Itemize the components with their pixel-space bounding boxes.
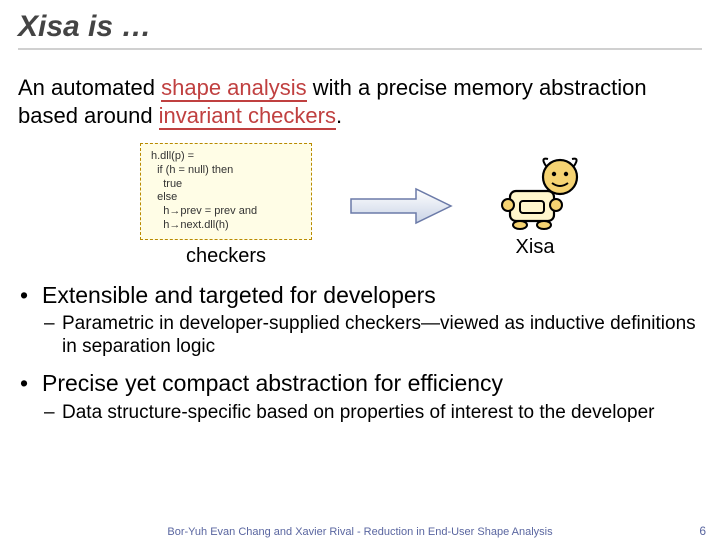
page-number: 6 <box>699 524 706 538</box>
sub-item: Data structure-specific based on propert… <box>42 402 702 425</box>
title-region: Xisa is … <box>0 0 720 56</box>
slide-title: Xisa is … <box>18 10 702 44</box>
title-divider <box>18 48 702 50</box>
sub-list: Data structure-specific based on propert… <box>42 402 702 425</box>
bullet-text: Precise yet compact abstraction for effi… <box>42 370 503 396</box>
slide: Xisa is … An automated shape analysis wi… <box>0 0 720 540</box>
sub-item: Parametric in developer-supplied checker… <box>42 313 702 359</box>
xisa-character-icon <box>490 151 580 231</box>
footer-text: Bor-Yuh Evan Chang and Xavier Rival - Re… <box>0 526 720 538</box>
bullet-item: Extensible and targeted for developers P… <box>18 281 702 359</box>
intro-paragraph: An automated shape analysis with a preci… <box>18 74 702 129</box>
intro-post: . <box>336 103 342 128</box>
xisa-caption: Xisa <box>516 235 555 260</box>
checkers-figure: h.dll(p) = if (h = null) then true else … <box>140 143 312 269</box>
intro-pre: An automated <box>18 75 161 100</box>
highlight-shape-analysis: shape analysis <box>161 75 307 102</box>
sub-list: Parametric in developer-supplied checker… <box>42 313 702 359</box>
bullet-list: Extensible and targeted for developers P… <box>18 281 702 425</box>
checkers-caption: checkers <box>186 244 266 269</box>
content-region: An automated shape analysis with a preci… <box>0 56 720 424</box>
code-box: h.dll(p) = if (h = null) then true else … <box>140 143 312 240</box>
figure-row: h.dll(p) = if (h = null) then true else … <box>18 143 702 269</box>
highlight-invariant-checkers: invariant checkers <box>159 103 336 130</box>
xisa-figure: Xisa <box>490 151 580 260</box>
arrow-icon <box>346 181 456 231</box>
bullet-item: Precise yet compact abstraction for effi… <box>18 369 702 425</box>
bullet-text: Extensible and targeted for developers <box>42 282 436 308</box>
